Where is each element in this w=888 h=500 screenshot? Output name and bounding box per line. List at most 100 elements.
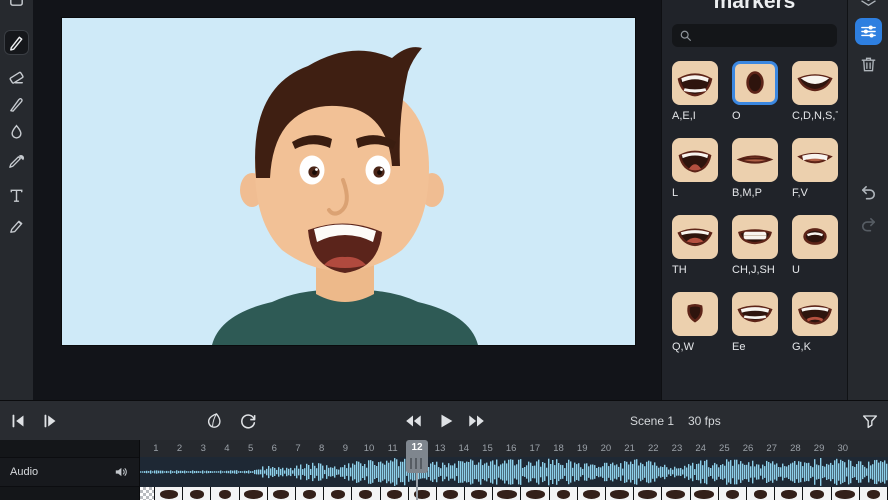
fast-forward-button[interactable] (465, 409, 489, 433)
text-tool-button[interactable] (4, 183, 29, 208)
frame-number[interactable]: 28 (784, 440, 808, 457)
keyframe-cell[interactable] (352, 487, 380, 500)
mouth-thumb-bmp[interactable] (732, 138, 778, 182)
pen-tool-button[interactable] (4, 30, 29, 55)
keyframe-cell[interactable] (634, 487, 662, 500)
fps-label[interactable]: 30 fps (688, 414, 721, 428)
keyframe-cell[interactable] (521, 487, 549, 500)
clipped-tool-icon[interactable] (4, 0, 29, 10)
mouth-item-u[interactable]: U (792, 215, 838, 276)
mouth-item-cdnst[interactable]: C,D,N,S,T... (792, 61, 838, 122)
frame-number[interactable]: 14 (452, 440, 476, 457)
frame-number[interactable]: 29 (807, 440, 831, 457)
frame-number[interactable]: 16 (499, 440, 523, 457)
keyframe-cell[interactable] (295, 487, 324, 500)
audio-track-lane[interactable] (140, 457, 888, 487)
keyframe-cell[interactable] (803, 487, 831, 500)
mouth-track-header[interactable] (0, 487, 139, 500)
frame-number[interactable]: 19 (570, 440, 594, 457)
frame-number[interactable]: 23 (665, 440, 689, 457)
mouth-item-aei[interactable]: A,E,I (672, 61, 718, 122)
keyframe-cell[interactable] (493, 487, 521, 500)
mouth-item-th[interactable]: TH (672, 215, 718, 276)
redo-button[interactable] (856, 212, 881, 237)
keyframe-cell[interactable] (436, 487, 465, 500)
eraser-tool-button[interactable] (4, 64, 29, 89)
frame-number[interactable]: 3 (191, 440, 215, 457)
speaker-icon[interactable] (113, 464, 129, 480)
layers-icon[interactable] (856, 0, 881, 10)
keyframe-cell[interactable] (859, 487, 887, 500)
knife-tool-button[interactable] (4, 92, 29, 117)
mouth-thumb-fv[interactable] (792, 138, 838, 182)
mouth-thumb-qw[interactable] (672, 292, 718, 336)
keyframe-cell[interactable] (324, 487, 352, 500)
scene-label[interactable]: Scene 1 (630, 414, 674, 428)
eyedropper-tool-button[interactable] (4, 150, 29, 175)
mouth-thumb-o[interactable] (732, 61, 778, 105)
frame-number[interactable]: 25 (713, 440, 737, 457)
frame-number[interactable]: 10 (357, 440, 381, 457)
mouth-item-bmp[interactable]: B,M,P (732, 138, 778, 199)
mouth-search[interactable] (672, 24, 837, 47)
mouth-thumb-chjsh[interactable] (732, 215, 778, 259)
frame-number[interactable]: 30 (831, 440, 855, 457)
drawing-canvas[interactable] (62, 18, 635, 345)
keyframe-cell[interactable] (549, 487, 577, 500)
keyframe-cell[interactable] (690, 487, 718, 500)
onion-skin-button[interactable] (202, 409, 226, 433)
frame-number[interactable]: 17 (523, 440, 547, 457)
keyframe-cell[interactable] (746, 487, 775, 500)
keyframe-cell[interactable] (408, 487, 436, 500)
keyframe-cell[interactable] (775, 487, 803, 500)
frame-number[interactable]: 6 (262, 440, 286, 457)
empty-frame-cell[interactable] (140, 487, 154, 500)
mouth-item-o[interactable]: O (732, 61, 778, 122)
mouth-item-ee[interactable]: Ee (732, 292, 778, 353)
mouth-thumb-cdnst[interactable] (792, 61, 838, 105)
keyframe-cell[interactable] (465, 487, 493, 500)
timeline-filter-button[interactable] (858, 409, 882, 433)
mouth-item-qw[interactable]: Q,W (672, 292, 718, 353)
mouth-track-lane[interactable] (140, 487, 888, 500)
fill-tool-button[interactable] (4, 120, 29, 145)
frame-number[interactable]: 4 (215, 440, 239, 457)
mouth-thumb-th[interactable] (672, 215, 718, 259)
mouth-thumb-aei[interactable] (672, 61, 718, 105)
delete-button[interactable] (856, 52, 881, 77)
audio-track-header[interactable]: Audio (0, 457, 139, 487)
frame-number[interactable]: 11 (381, 440, 405, 457)
frame-number[interactable]: 8 (310, 440, 334, 457)
frame-number[interactable]: 27 (760, 440, 784, 457)
frame-number[interactable]: 13 (428, 440, 452, 457)
rewind-button[interactable] (401, 409, 425, 433)
mouth-thumb-u[interactable] (792, 215, 838, 259)
timeline-ruler[interactable]: 1234567891011121314151617181920212223242… (140, 440, 888, 457)
keyframe-cell[interactable] (267, 487, 295, 500)
keyframe-cell[interactable] (239, 487, 267, 500)
mouth-item-chjsh[interactable]: CH,J,SH (732, 215, 778, 276)
marker-tool-button[interactable] (4, 214, 29, 239)
keyframe-cell[interactable] (606, 487, 634, 500)
play-button[interactable] (434, 409, 458, 433)
frame-number[interactable]: 24 (689, 440, 713, 457)
frame-number[interactable]: 20 (594, 440, 618, 457)
keyframe-cell[interactable] (155, 487, 183, 500)
frame-number[interactable]: 9 (334, 440, 358, 457)
keyframe-cell[interactable] (831, 487, 859, 500)
undo-button[interactable] (856, 180, 881, 205)
mouth-thumb-l[interactable] (672, 138, 718, 182)
frame-number[interactable]: 22 (641, 440, 665, 457)
frame-number[interactable]: 18 (547, 440, 571, 457)
mouth-item-fv[interactable]: F,V (792, 138, 838, 199)
mouth-thumb-ee[interactable] (732, 292, 778, 336)
loop-button[interactable] (236, 409, 260, 433)
keyframe-cell[interactable] (577, 487, 605, 500)
frame-number[interactable]: 15 (476, 440, 500, 457)
adjust-settings-button[interactable] (855, 18, 882, 45)
mouth-item-l[interactable]: L (672, 138, 718, 199)
frame-number[interactable]: 5 (239, 440, 263, 457)
prev-frame-button[interactable] (6, 409, 30, 433)
playhead-handle[interactable]: 12 (406, 440, 428, 473)
frame-number[interactable]: 2 (168, 440, 192, 457)
